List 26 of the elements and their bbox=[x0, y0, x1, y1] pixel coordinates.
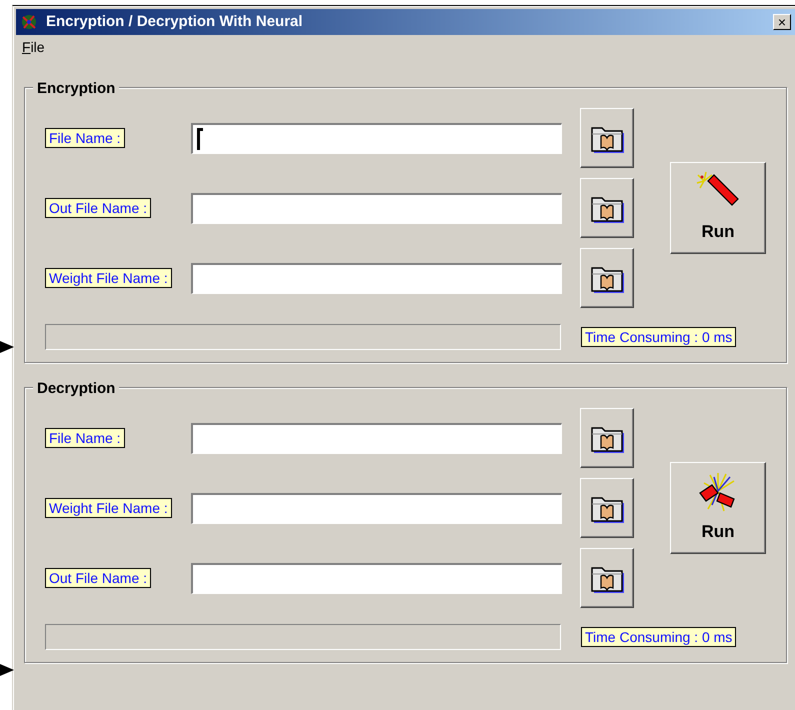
file-name-field[interactable] bbox=[191, 562, 562, 594]
field-label: File Name : bbox=[45, 428, 125, 448]
field-label: Out File Name : bbox=[45, 568, 152, 588]
browse-button[interactable] bbox=[580, 548, 634, 608]
file-name-field[interactable] bbox=[191, 122, 562, 154]
browse-button[interactable] bbox=[580, 408, 634, 468]
menu-item[interactable]: File bbox=[22, 36, 45, 58]
field-label: File Name : bbox=[45, 128, 125, 148]
browse-button[interactable] bbox=[580, 478, 634, 538]
field-label: Weight File Name : bbox=[45, 268, 172, 288]
time-label: Time Consuming : 0 ms bbox=[581, 327, 736, 347]
window-title: Encryption / Decryption With Neural bbox=[46, 12, 304, 32]
time-label: Time Consuming : 0 ms bbox=[581, 627, 736, 647]
browse-button[interactable] bbox=[580, 178, 634, 238]
file-name-field[interactable] bbox=[191, 262, 562, 294]
browse-button[interactable] bbox=[580, 108, 634, 168]
file-name-field[interactable] bbox=[191, 192, 562, 224]
field-label: Out File Name : bbox=[45, 198, 152, 218]
run-button[interactable]: Run bbox=[670, 462, 766, 554]
app-icon bbox=[20, 13, 38, 31]
close-button[interactable]: × bbox=[773, 14, 791, 30]
file-name-field[interactable] bbox=[191, 422, 562, 454]
field-label: Weight File Name : bbox=[45, 498, 172, 518]
browse-button[interactable] bbox=[580, 248, 634, 308]
file-name-field[interactable] bbox=[191, 492, 562, 524]
run-button[interactable]: Run bbox=[670, 162, 766, 254]
